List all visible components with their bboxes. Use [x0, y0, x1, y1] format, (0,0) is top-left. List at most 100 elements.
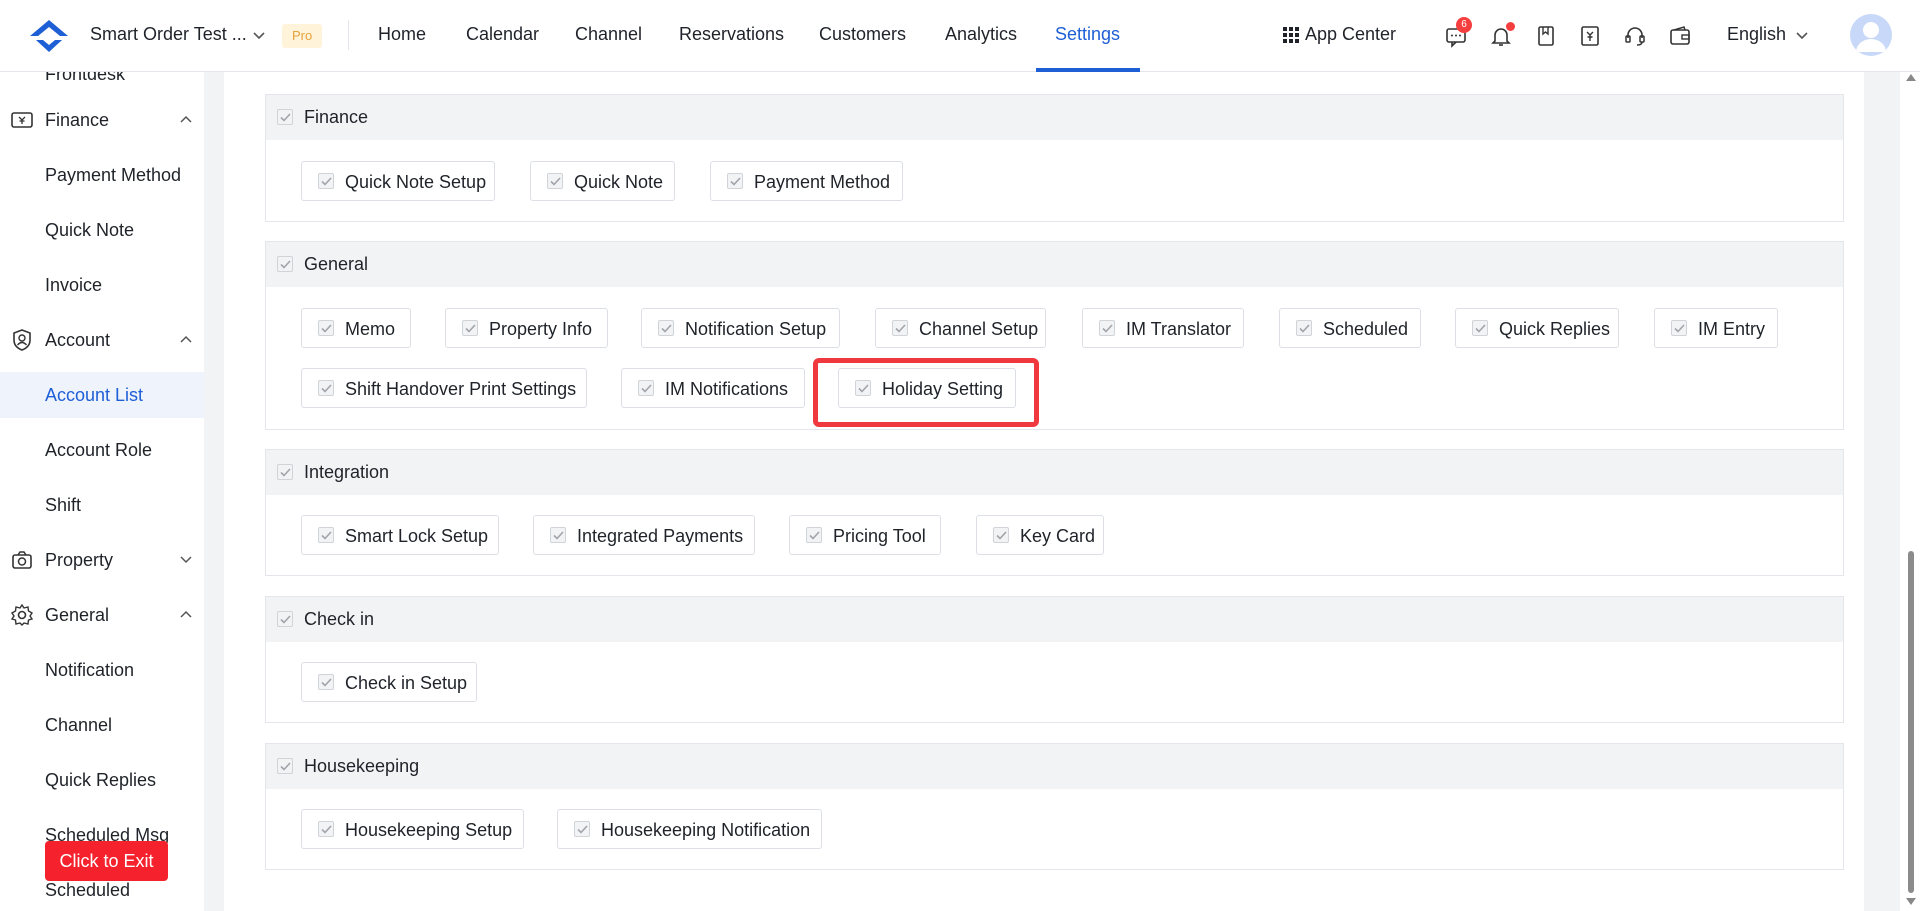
option-checkbox[interactable]	[892, 320, 908, 336]
option-checkbox[interactable]	[318, 320, 334, 336]
option-label: Property Info	[489, 319, 593, 339]
section-header: Integration	[266, 450, 1843, 495]
option-checkbox[interactable]	[993, 527, 1009, 543]
bookmark-icon[interactable]	[1534, 24, 1558, 48]
option-pricing-tool[interactable]: Pricing Tool	[789, 515, 941, 555]
sidebar-item-label: Channel	[45, 714, 113, 735]
option-housekeeping-notification[interactable]: Housekeeping Notification	[557, 809, 822, 849]
option-label: Key Card	[1020, 526, 1096, 546]
option-payment-method[interactable]: Payment Method	[710, 161, 903, 201]
language-selector[interactable]: English	[1727, 24, 1786, 45]
section-checkbox[interactable]	[277, 758, 293, 774]
option-checkbox[interactable]	[462, 320, 478, 336]
option-quick-note-setup[interactable]: Quick Note Setup	[301, 161, 495, 201]
option-label: IM Translator	[1126, 319, 1232, 339]
option-checkbox[interactable]	[547, 173, 563, 189]
property-icon	[12, 551, 32, 569]
scroll-down-arrow-icon[interactable]	[1906, 898, 1916, 905]
sidebar-item-notification[interactable]: Notification	[0, 647, 204, 693]
option-label: Scheduled	[1323, 319, 1409, 339]
option-checkbox[interactable]	[318, 674, 334, 690]
option-quick-note[interactable]: Quick Note	[530, 161, 675, 201]
nav-analytics[interactable]: Analytics	[945, 24, 1017, 45]
sidebar-item-label: Scheduled	[45, 879, 131, 900]
section-checkbox[interactable]	[277, 109, 293, 125]
sidebar-item-account-role[interactable]: Account Role	[0, 427, 204, 473]
sidebar-group-label: General	[45, 604, 110, 625]
option-checkbox[interactable]	[574, 821, 590, 837]
option-check-in-setup[interactable]: Check in Setup	[301, 662, 477, 702]
exit-button[interactable]: Click to Exit	[45, 841, 168, 881]
chevron-down-icon[interactable]	[251, 30, 267, 42]
option-im-notifications[interactable]: IM Notifications	[621, 368, 805, 408]
option-checkbox[interactable]	[658, 320, 674, 336]
section-check-in: Check in Check in Setup	[265, 596, 1844, 723]
option-key-card[interactable]: Key Card	[976, 515, 1104, 555]
sidebar-item-account-list[interactable]: Account List	[0, 372, 204, 418]
sidebar-item-label: Notification	[45, 659, 135, 680]
option-label: Quick Note	[574, 172, 664, 192]
headset-support-icon[interactable]	[1623, 24, 1647, 48]
option-checkbox[interactable]	[1296, 320, 1312, 336]
scrollbar-thumb[interactable]	[1908, 551, 1914, 893]
option-checkbox[interactable]	[638, 380, 654, 396]
option-smart-lock-setup[interactable]: Smart Lock Setup	[301, 515, 499, 555]
option-label: Payment Method	[754, 172, 891, 192]
option-im-translator[interactable]: IM Translator	[1082, 308, 1244, 348]
section-checkbox[interactable]	[277, 611, 293, 627]
nav-customers[interactable]: Customers	[819, 24, 906, 45]
wallet-icon[interactable]	[1668, 24, 1692, 48]
app-center-button[interactable]: App Center	[1283, 24, 1396, 45]
option-label: Notification Setup	[685, 319, 827, 339]
sidebar-group-general[interactable]: General	[0, 592, 204, 638]
finance-icon	[11, 112, 33, 128]
option-integrated-payments[interactable]: Integrated Payments	[533, 515, 755, 555]
option-im-entry[interactable]: IM Entry	[1654, 308, 1778, 348]
brand-logo-icon[interactable]	[26, 16, 72, 56]
invoice-icon[interactable]	[1578, 24, 1602, 48]
option-checkbox[interactable]	[318, 173, 334, 189]
option-checkbox[interactable]	[318, 380, 334, 396]
option-label: Housekeeping Setup	[345, 820, 513, 840]
option-checkbox[interactable]	[1472, 320, 1488, 336]
sidebar-group-finance[interactable]: Finance	[0, 97, 204, 143]
sidebar-item-invoice[interactable]: Invoice	[0, 262, 204, 308]
section-checkbox[interactable]	[277, 256, 293, 272]
nav-home[interactable]: Home	[378, 24, 426, 45]
option-notification-setup[interactable]: Notification Setup	[641, 308, 840, 348]
option-quick-replies[interactable]: Quick Replies	[1455, 308, 1619, 348]
sidebar-item-shift[interactable]: Shift	[0, 482, 204, 528]
sidebar-item-channel[interactable]: Channel	[0, 702, 204, 748]
scroll-up-arrow-icon[interactable]	[1906, 74, 1916, 81]
sidebar-item-quick-replies[interactable]: Quick Replies	[0, 757, 204, 803]
option-checkbox[interactable]	[318, 821, 334, 837]
chevron-down-icon[interactable]	[1794, 30, 1810, 42]
nav-reservations[interactable]: Reservations	[679, 24, 784, 45]
option-checkbox[interactable]	[806, 527, 822, 543]
option-shift-handover-print-settings[interactable]: Shift Handover Print Settings	[301, 368, 587, 408]
section-title: General	[304, 254, 369, 274]
sidebar-item-quick-note[interactable]: Quick Note	[0, 207, 204, 253]
option-scheduled[interactable]: Scheduled	[1279, 308, 1421, 348]
option-checkbox[interactable]	[727, 173, 743, 189]
sidebar-item-payment-method[interactable]: Payment Method	[0, 152, 204, 198]
user-avatar[interactable]	[1850, 14, 1892, 56]
nav-channel[interactable]: Channel	[575, 24, 642, 45]
section-header: Check in	[266, 597, 1843, 642]
option-checkbox[interactable]	[550, 527, 566, 543]
option-housekeeping-setup[interactable]: Housekeeping Setup	[301, 809, 524, 849]
nav-calendar[interactable]: Calendar	[466, 24, 539, 45]
property-name[interactable]: Smart Order Test ...	[90, 24, 247, 45]
message-count-badge: 6	[1456, 17, 1472, 33]
option-channel-setup[interactable]: Channel Setup	[875, 308, 1046, 348]
option-property-info[interactable]: Property Info	[445, 308, 608, 348]
section-checkbox[interactable]	[277, 464, 293, 480]
nav-settings[interactable]: Settings	[1055, 24, 1120, 45]
sidebar-item-frontdesk[interactable]: Frontdesk	[0, 72, 204, 97]
sidebar-group-account[interactable]: Account	[0, 317, 204, 363]
sidebar-group-property[interactable]: Property	[0, 537, 204, 583]
option-checkbox[interactable]	[1671, 320, 1687, 336]
option-checkbox[interactable]	[1099, 320, 1115, 336]
option-memo[interactable]: Memo	[301, 308, 411, 348]
option-checkbox[interactable]	[318, 527, 334, 543]
